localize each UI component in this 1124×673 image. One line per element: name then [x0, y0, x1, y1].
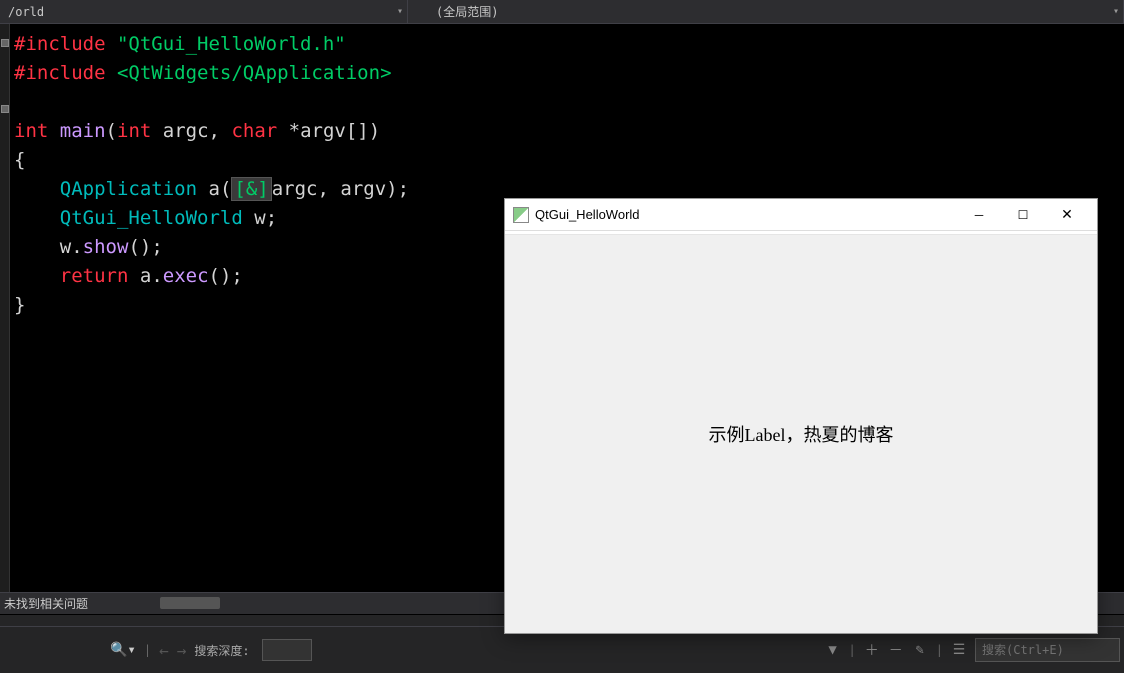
divider-icon: |: [849, 643, 856, 657]
scope-scope-dropdown[interactable]: (全局范围) ▾: [408, 0, 1124, 23]
scrollbar-thumb[interactable]: [160, 597, 220, 609]
filter-icon[interactable]: ▼: [825, 642, 841, 658]
add-icon[interactable]: ＋: [864, 640, 880, 660]
code-token: argc: [163, 120, 209, 142]
no-issues-label: 未找到相关问题: [4, 595, 88, 612]
code-token: }: [14, 294, 25, 316]
code-token: ;: [266, 207, 277, 229]
code-token: {: [14, 149, 25, 171]
scope-file-label: /orld: [8, 5, 44, 19]
nav-forward-button[interactable]: →: [177, 641, 187, 660]
code-token: return: [60, 265, 129, 287]
collapse-toggle-icon[interactable]: [1, 105, 9, 113]
maximize-button[interactable]: ☐: [1001, 199, 1045, 231]
find-toolbar-left: 🔍▾ | ← → 搜索深度:: [0, 639, 312, 661]
close-button[interactable]: ✕: [1045, 199, 1089, 231]
code-token: (: [220, 178, 231, 200]
list-icon[interactable]: ☰: [951, 642, 967, 658]
code-token: #include: [14, 62, 106, 84]
code-token: argv: [340, 178, 386, 200]
search-depth-label: 搜索深度:: [194, 642, 249, 659]
code-token: .: [151, 265, 162, 287]
code-token: w: [254, 207, 265, 229]
divider-icon: |: [144, 643, 151, 657]
app-icon: [513, 207, 529, 223]
code-token: "QtGui_HelloWorld.h": [117, 33, 346, 55]
code-token: argc: [272, 178, 318, 200]
code-token: int: [14, 120, 48, 142]
editor-gutter: [0, 24, 10, 592]
scope-scope-label: (全局范围): [436, 3, 498, 20]
collapse-toggle-icon[interactable]: [1, 39, 9, 47]
app-title: QtGui_HelloWorld: [535, 207, 640, 222]
scope-bar: /orld ▾ (全局范围) ▾: [0, 0, 1124, 24]
code-token: QtGui_HelloWorld: [60, 207, 243, 229]
edit-icon[interactable]: ✎: [912, 642, 928, 658]
code-token: int: [117, 120, 151, 142]
code-token: #include: [14, 33, 106, 55]
param-hint-icon: [&]: [231, 177, 271, 201]
scope-file-dropdown[interactable]: /orld ▾: [0, 0, 408, 23]
code-token: ,: [209, 120, 232, 142]
code-token: a: [140, 265, 151, 287]
code-token: (: [106, 120, 117, 142]
code-token: w: [60, 236, 71, 258]
code-token: exec: [163, 265, 209, 287]
code-token: a: [209, 178, 220, 200]
code-token: *argv[]: [289, 120, 369, 142]
find-toolbar-right: ▼ | ＋ － ✎ | ☰: [825, 638, 1120, 662]
code-token: <QtWidgets/QApplication>: [117, 62, 392, 84]
example-label: 示例Label，热夏的博客: [709, 421, 894, 447]
chevron-down-icon: ▾: [397, 6, 403, 17]
code-token: ): [369, 120, 380, 142]
app-window: QtGui_HelloWorld ─ ☐ ✕ 示例Label，热夏的博客: [504, 198, 1098, 634]
search-depth-input[interactable]: [262, 639, 312, 661]
code-token: QApplication: [60, 178, 197, 200]
code-token: main: [60, 120, 106, 142]
divider-icon: |: [936, 643, 943, 657]
search-input[interactable]: [975, 638, 1120, 662]
code-token: show: [83, 236, 129, 258]
remove-icon[interactable]: －: [888, 640, 904, 660]
code-token: ();: [128, 236, 162, 258]
code-token: ();: [209, 265, 243, 287]
chevron-down-icon: ▾: [1113, 6, 1119, 17]
code-token: );: [386, 178, 409, 200]
search-icon[interactable]: 🔍▾: [110, 642, 136, 658]
code-token: .: [71, 236, 82, 258]
nav-back-button[interactable]: ←: [159, 641, 169, 660]
code-token: char: [231, 120, 277, 142]
app-titlebar[interactable]: QtGui_HelloWorld ─ ☐ ✕: [505, 199, 1097, 231]
app-client-area: 示例Label，热夏的博客: [505, 235, 1097, 633]
code-token: ,: [318, 178, 341, 200]
minimize-button[interactable]: ─: [957, 199, 1001, 231]
